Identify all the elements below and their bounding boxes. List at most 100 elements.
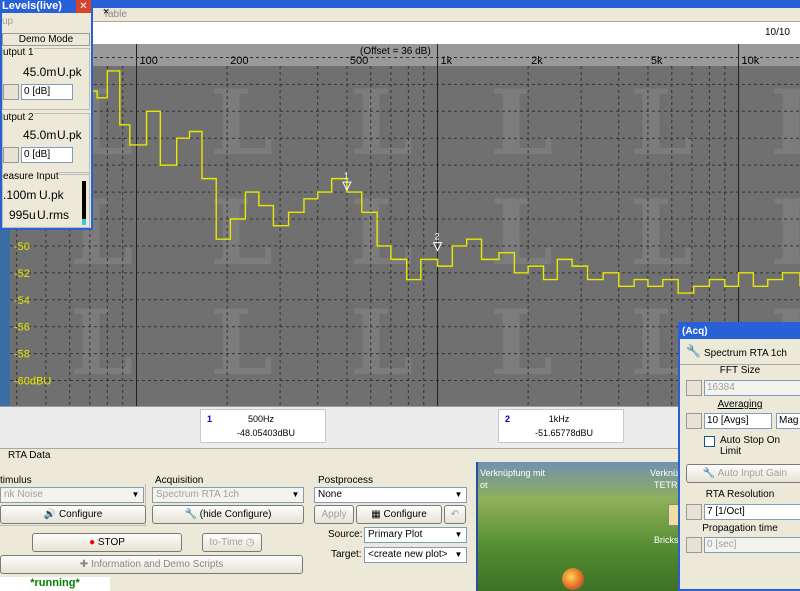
stimulus-label: timulus	[0, 475, 32, 486]
chevron-down-icon: ▼	[291, 490, 300, 499]
to-time-label: to-Time	[209, 537, 243, 548]
output1-unit: U.pk	[57, 65, 82, 79]
main-window: Table × 10/10 LLLLLLLLLLLLLLLLLL50100200…	[0, 0, 800, 591]
watermark-glyph: L	[630, 70, 693, 176]
info-demo-label: Information and Demo Scripts	[90, 559, 224, 570]
control-panel: timulus nk Noise ▼ 🔊 Configure Acquisitio…	[0, 462, 478, 591]
x-tick-label: 200	[230, 55, 248, 67]
target-label: Target:	[331, 549, 362, 560]
acq-mode: Spectrum RTA 1ch	[704, 348, 787, 359]
averaging-label: Averaging	[717, 399, 763, 410]
stimulus-configure-button[interactable]: 🔊 Configure	[0, 505, 146, 524]
to-time-button[interactable]: to-Time ◷	[202, 533, 262, 552]
output2-value: 45.0m	[23, 128, 57, 142]
marker-status-bar: 1 500Hz -48.05403dBU 2 1kHz -51.65778dBU	[0, 406, 680, 448]
watermark-glyph: L	[490, 70, 553, 176]
propagation-time-input[interactable]: 0 [sec]	[704, 537, 800, 553]
marker-2-number: 2	[505, 414, 511, 424]
watermark-glyph: L	[210, 70, 273, 176]
measure-rms-unit: U.rms	[37, 208, 69, 222]
y-tick-label: -50	[14, 241, 30, 253]
acquisition-select[interactable]: Spectrum RTA 1ch ▼	[152, 487, 304, 503]
postprocess-configure-button[interactable]: ▦ Configure	[356, 505, 442, 524]
info-demo-button[interactable]: ✚ Information and Demo Scripts	[0, 555, 303, 574]
postprocess-label: Postprocess	[318, 475, 374, 486]
fft-size-input[interactable]: 16384	[704, 380, 800, 396]
marker-1-readout: 1 500Hz -48.05403dBU	[200, 409, 326, 443]
levels-subtitle: up	[2, 16, 14, 27]
source-select[interactable]: Primary Plot ▼	[364, 527, 467, 543]
stop-icon: ●	[89, 537, 96, 548]
marker-2-label: 2	[435, 232, 440, 242]
rta-resolution-label: RTA Resolution	[705, 489, 775, 500]
stop-button[interactable]: ● STOP	[32, 533, 182, 552]
hide-configure-button[interactable]: 🔧 (hide Configure)	[152, 505, 304, 524]
stop-label: STOP	[97, 537, 125, 548]
measure-peak-unit: U.pk	[39, 188, 64, 202]
output2-spinner[interactable]	[3, 147, 19, 163]
stimulus-select[interactable]: nk Noise ▼	[0, 487, 144, 503]
target-select[interactable]: <create new plot> ▼	[364, 547, 467, 563]
undo-button[interactable]: ↶	[444, 505, 466, 524]
x-tick-label: 100	[139, 55, 157, 67]
levels-close-icon[interactable]: ✕	[76, 0, 91, 13]
auto-stop-label: Auto Stop On Limit	[720, 435, 781, 457]
auto-input-gain-button[interactable]: 🔧 Auto Input Gain	[686, 464, 800, 483]
output1-value: 45.0m	[23, 65, 57, 79]
level-meter-fill	[82, 219, 86, 225]
prop-spinner[interactable]	[686, 537, 702, 553]
fft-spinner[interactable]	[686, 380, 702, 396]
rta-res-spinner[interactable]	[686, 504, 702, 520]
avg-spinner[interactable]	[686, 413, 702, 429]
watermark-glyph: L	[770, 180, 800, 286]
postprocess-select[interactable]: None ▼	[314, 487, 467, 503]
marker-2-readout: 2 1kHz -51.65778dBU	[498, 409, 624, 443]
close-icon[interactable]: ×	[103, 6, 796, 18]
rta-resolution-input[interactable]: 7 [1/Oct]	[704, 504, 800, 520]
marker-1-freq: 500Hz	[247, 414, 274, 424]
measure-input-section: easure Input .100m U.pk 995u U.rms	[2, 171, 90, 228]
offset-label: (Offset = 36 dB)	[360, 46, 431, 57]
output1-label: utput 1	[3, 47, 34, 58]
output2-gain-input[interactable]: 0 [dB]	[21, 147, 73, 163]
acquisition-label: Acquisition	[155, 475, 204, 486]
output1-spinner[interactable]	[3, 84, 19, 100]
fft-size-label: FFT Size	[719, 365, 761, 376]
x-tick-label: 1k	[441, 55, 453, 67]
chevron-down-icon: ▼	[131, 490, 140, 499]
watermark-glyph: L	[630, 180, 693, 286]
auto-gain-label: Auto Input Gain	[717, 468, 788, 479]
averaging-input[interactable]: 10 [Avgs]	[704, 413, 772, 429]
acquisition-value: Spectrum RTA 1ch	[156, 489, 239, 500]
y-tick-label: -54	[14, 295, 30, 307]
table-icon: ▦	[371, 509, 381, 520]
target-value: <create new plot>	[368, 549, 448, 560]
marker-1-label: 1	[344, 171, 349, 181]
marker-1-value: -48.05403dBU	[236, 428, 296, 438]
marker-2-freq: 1kHz	[548, 414, 570, 424]
level-meter	[82, 181, 86, 225]
watermark-glyph: L	[350, 180, 413, 286]
chevron-down-icon: ▼	[454, 490, 463, 499]
y-tick-label: -56	[14, 322, 30, 334]
source-label: Source:	[328, 529, 363, 540]
measure-input-label: easure Input	[3, 171, 59, 182]
averaging-mode-select[interactable]: Mag	[776, 413, 800, 429]
measure-peak-value: .100m	[3, 188, 37, 202]
speaker-icon: 🔊	[43, 509, 57, 520]
info-icon: ✚	[79, 559, 89, 570]
watermark-glyph: L	[210, 180, 273, 286]
y-tick-label: -60dBU	[14, 376, 51, 388]
apply-label: Apply	[321, 509, 347, 520]
output2-label: utput 2	[3, 112, 34, 123]
x-tick-label: 2k	[531, 55, 543, 67]
levels-window: Levels(live) ✕ up Demo Mode utput 1 45.0…	[0, 0, 93, 230]
watermark-glyph: L	[350, 70, 413, 176]
hide-configure-label: (hide Configure)	[199, 509, 272, 520]
apply-button[interactable]: Apply	[314, 505, 354, 524]
plot-header	[93, 22, 800, 44]
auto-stop-checkbox[interactable]	[704, 436, 715, 447]
output2-section: utput 2 45.0m U.pk 0 [dB]	[2, 112, 90, 175]
output1-gain-input[interactable]: 0 [dB]	[21, 84, 73, 100]
x-tick-label: 5k	[651, 55, 663, 67]
